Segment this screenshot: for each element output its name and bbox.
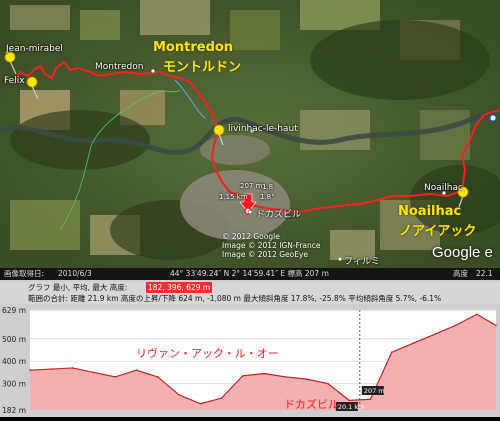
elevation-point: [433, 333, 436, 336]
annotation-noailhac-latin: Noailhac: [398, 204, 462, 219]
elevation-chart[interactable]: 629 m 500 m 400 m 300 m 182 m 207 m 20.1 km リヴ…: [0, 306, 500, 417]
attribution-line: Image © 2012 IGN-France: [222, 241, 321, 250]
google-earth-logo: Google e: [432, 244, 493, 261]
marker-distance-label: 207 m: [240, 182, 263, 190]
cursor-coordinates: 44° 33′49.24″ N 2° 14′59.41″ E 標高 207 m: [170, 269, 329, 278]
place-label-noailhac: Noailhac: [424, 183, 463, 193]
y-tick-label: 300 m: [2, 380, 26, 389]
elevation-point: [390, 351, 393, 354]
profile-summary-line: グラフ 最小, 平均, 最大 高度: 182, 396, 629 m: [0, 282, 500, 293]
attribution-line: Image © 2012 GeoEye: [222, 250, 309, 259]
elevation-profile-panel[interactable]: グラフ 最小, 平均, 最大 高度: 182, 396, 629 m 範囲の合計…: [0, 280, 500, 417]
elevation-point: [199, 402, 202, 405]
elevation-point: [178, 393, 180, 396]
imagery-date-value: 2010/6/3: [58, 269, 92, 278]
elevation-chart-svg[interactable]: 629 m 500 m 400 m 300 m 182 m 207 m 20.1 km: [0, 306, 500, 417]
place-label-firmi: フィルミ: [344, 257, 380, 267]
imagery-date-label: 画像取得日:: [4, 269, 45, 278]
place-label-felix: Felix: [4, 76, 25, 86]
elevation-point: [263, 372, 265, 375]
elevation-point: [114, 376, 116, 378]
marker-angle-label: 1.8°: [260, 193, 275, 201]
elevation-point: [220, 397, 223, 399]
elevation-point: [305, 378, 308, 380]
profile-range-stats: 範囲の合計: 距離 21.9 km 高度の上昇/下降 624 m, -1,080…: [0, 293, 500, 304]
elevation-point: [327, 382, 329, 385]
place-label-jean-mirabel: Jean-mirabel: [6, 44, 63, 54]
elevation-point: [348, 399, 350, 402]
place-label-livinhac: livinhac-le-haut: [228, 124, 298, 134]
elevation-point: [412, 342, 414, 345]
marker-dist-small-label: 1.15 km: [219, 193, 248, 201]
elevation-point: [495, 324, 497, 327]
chart-annotation-decazeville: ドカズビル: [284, 398, 339, 411]
place-label-decazeville: ドカズビル: [256, 210, 302, 220]
map-status-bar: 画像取得日: 2010/6/3 44° 33′49.24″ N 2° 14′59…: [0, 268, 500, 280]
profile-graph-label: グラフ 最小, 平均, 最大 高度:: [28, 283, 128, 292]
annotation-montredon-kana: モントルドン: [163, 60, 242, 75]
profile-elevation-highlight: 182, 396, 629 m: [146, 282, 213, 293]
elevation-point: [50, 368, 53, 370]
y-tick-label: 629 m: [2, 306, 26, 315]
elevation-point: [476, 313, 478, 316]
attribution-line: © 2012 Google: [222, 232, 280, 241]
y-tick-label: 400 m: [2, 357, 26, 366]
annotation-noailhac-kana: ノアイアック: [399, 224, 477, 239]
altitude-value: 22.1: [476, 269, 493, 278]
elevation-point: [284, 376, 287, 378]
elevation-point: [29, 369, 31, 371]
elevation-point: [369, 398, 372, 401]
marker-angle2-label: 1.8: [262, 183, 274, 191]
satellite-map[interactable]: Jean-mirabel Felix Montredon livinhac-le…: [0, 0, 500, 268]
y-tick-label: 182 m: [2, 406, 26, 415]
y-tick-label: 500 m: [2, 335, 26, 344]
chart-annotation-livinhac: リヴァン・アック・ル・オー: [136, 347, 279, 360]
profile-range-text: 範囲の合計: 距離 21.9 km 高度の上昇/下降 624 m, -1,080…: [28, 294, 442, 303]
elevation-point: [93, 371, 95, 374]
altitude-label: 高度: [453, 269, 468, 278]
cursor-elevation-label: 207 m: [364, 387, 385, 395]
annotation-montredon-latin: Montredon: [153, 40, 234, 55]
elevation-point: [454, 324, 457, 327]
pushpin-icon[interactable]: [24, 75, 46, 101]
elevation-point: [156, 376, 159, 378]
cursor-distance-label: 20.1 km: [338, 403, 365, 411]
place-label-montredon: Montredon: [95, 62, 144, 72]
elevation-point: [241, 374, 244, 377]
elevation-point: [71, 367, 74, 369]
elevation-point: [135, 369, 138, 371]
